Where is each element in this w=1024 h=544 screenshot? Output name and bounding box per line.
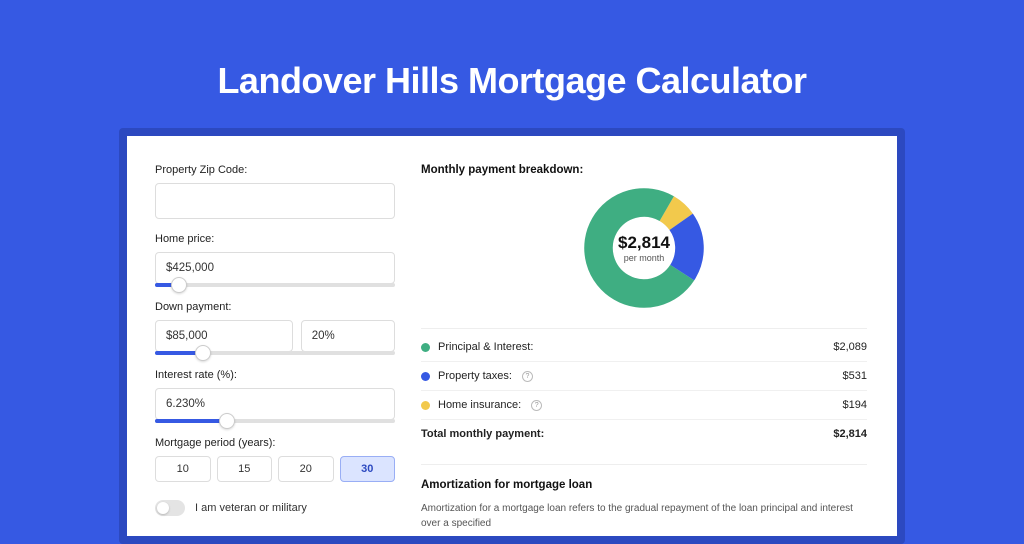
donut-chart-wrap: $2,814 per month xyxy=(421,188,867,308)
amortization-title: Amortization for mortgage loan xyxy=(421,479,867,491)
veteran-toggle[interactable] xyxy=(155,500,185,516)
down-payment-input[interactable] xyxy=(155,320,293,352)
calculator-card-frame: Property Zip Code: Home price: Down paym… xyxy=(119,128,905,544)
legend-total-label: Total monthly payment: xyxy=(421,428,544,440)
page-title: Landover Hills Mortgage Calculator xyxy=(217,60,806,102)
donut-chart: $2,814 per month xyxy=(584,188,704,308)
veteran-label: I am veteran or military xyxy=(195,502,307,514)
legend-value: $2,089 xyxy=(833,341,867,353)
interest-field: Interest rate (%): xyxy=(155,369,395,423)
home-price-field: Home price: xyxy=(155,233,395,287)
zip-label: Property Zip Code: xyxy=(155,164,395,176)
breakdown-title: Monthly payment breakdown: xyxy=(421,164,867,176)
period-label: Mortgage period (years): xyxy=(155,437,395,449)
interest-input[interactable] xyxy=(155,388,395,420)
down-payment-pct-input[interactable] xyxy=(301,320,395,352)
slider-thumb[interactable] xyxy=(171,277,187,293)
breakdown-panel: Monthly payment breakdown: $2,814 per mo… xyxy=(421,164,867,536)
zip-input[interactable] xyxy=(155,183,395,219)
legend-label: Property taxes: xyxy=(438,370,512,382)
home-price-input[interactable] xyxy=(155,252,395,284)
down-payment-field: Down payment: xyxy=(155,301,395,355)
slider-thumb[interactable] xyxy=(195,345,211,361)
legend-dot xyxy=(421,343,430,352)
veteran-row: I am veteran or military xyxy=(155,500,395,516)
interest-slider[interactable] xyxy=(155,419,395,423)
zip-field: Property Zip Code: xyxy=(155,164,395,219)
info-icon[interactable]: ? xyxy=(531,400,542,411)
period-field: Mortgage period (years): 10152030 xyxy=(155,437,395,482)
slider-thumb[interactable] xyxy=(219,413,235,429)
period-btn-20[interactable]: 20 xyxy=(278,456,334,482)
period-btn-15[interactable]: 15 xyxy=(217,456,273,482)
legend-row: Property taxes:? $531 xyxy=(421,362,867,391)
legend-total-value: $2,814 xyxy=(833,428,867,440)
calculator-card: Property Zip Code: Home price: Down paym… xyxy=(127,136,897,536)
legend-label: Principal & Interest: xyxy=(438,341,533,353)
slider-fill xyxy=(155,419,227,423)
donut-total-value: $2,814 xyxy=(618,233,670,253)
down-payment-label: Down payment: xyxy=(155,301,395,313)
donut-per-month: per month xyxy=(624,253,665,263)
period-btn-10[interactable]: 10 xyxy=(155,456,211,482)
form-panel: Property Zip Code: Home price: Down paym… xyxy=(155,164,395,536)
donut-center: $2,814 per month xyxy=(584,188,704,308)
down-payment-slider[interactable] xyxy=(155,351,395,355)
legend-row: Home insurance:? $194 xyxy=(421,391,867,420)
legend-value: $531 xyxy=(843,370,867,382)
legend-total-row: Total monthly payment: $2,814 xyxy=(421,420,867,448)
interest-label: Interest rate (%): xyxy=(155,369,395,381)
breakdown-legend: Principal & Interest: $2,089 Property taxe… xyxy=(421,328,867,448)
legend-dot xyxy=(421,372,430,381)
period-btn-30[interactable]: 30 xyxy=(340,456,396,482)
legend-label: Home insurance: xyxy=(438,399,521,411)
legend-value: $194 xyxy=(843,399,867,411)
amortization-text: Amortization for a mortgage loan refers … xyxy=(421,501,867,531)
amortization-section: Amortization for mortgage loan Amortizat… xyxy=(421,464,867,531)
home-price-slider[interactable] xyxy=(155,283,395,287)
home-price-label: Home price: xyxy=(155,233,395,245)
info-icon[interactable]: ? xyxy=(522,371,533,382)
legend-dot xyxy=(421,401,430,410)
legend-row: Principal & Interest: $2,089 xyxy=(421,333,867,362)
